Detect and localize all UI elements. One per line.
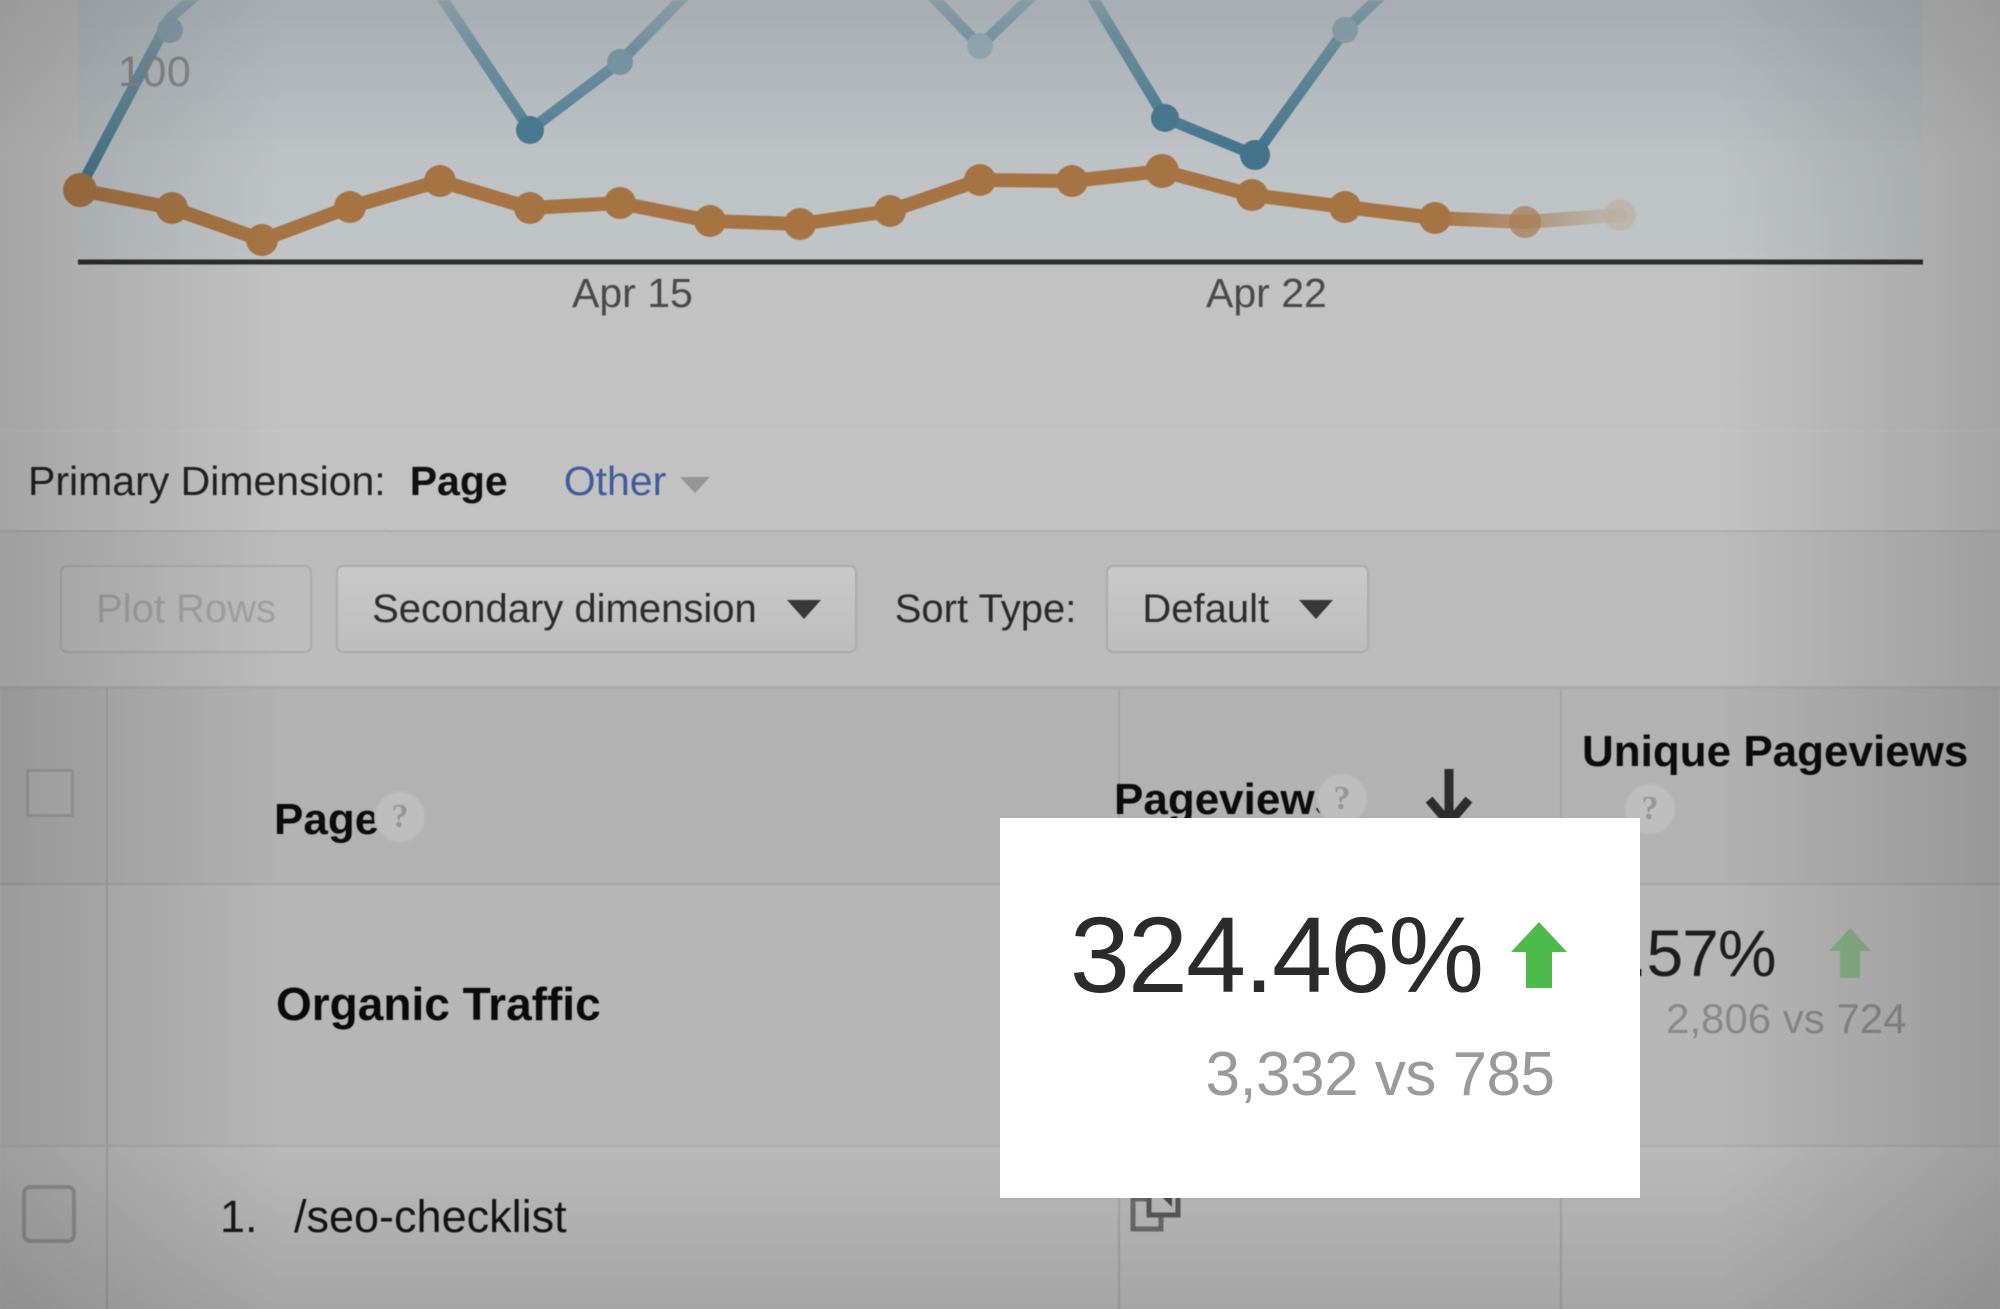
tooltip-percent-change: 324.46% [1069,893,1484,1015]
row-cell-page: 1. /seo-checklist [108,1147,1181,1309]
sort-type-value: Default [1142,586,1270,631]
row-index: 1. [220,1191,258,1242]
sort-type-dropdown[interactable]: Default [1106,565,1370,653]
summary-cell-label: Organic Traffic [108,885,1120,1145]
secondary-dimension-label: Secondary dimension [372,586,757,631]
column-header-unique-pageviews: Unique Pageviews [1582,727,1969,776]
header-cell-page[interactable]: Page ? [108,689,1120,883]
row-checkbox[interactable] [22,1185,76,1243]
unique-pageviews-comparison: 2,806 vs 724 [1666,995,1907,1042]
chart-x-axis-tick-1: Apr 15 [572,270,693,316]
primary-dimension-other-tab[interactable]: Other [564,458,667,505]
primary-dimension-label: Primary Dimension: [28,457,386,504]
plot-rows-label: Plot Rows [96,586,277,631]
help-icon[interactable]: ? [374,791,426,843]
chevron-down-icon[interactable] [680,477,711,493]
tooltip-headline: 324.46% [1069,893,1570,1015]
sort-type-label: Sort Type: [894,586,1077,631]
row-page-path[interactable]: /seo-checklist [294,1191,567,1243]
chevron-down-icon [1299,599,1334,619]
arrow-up-icon [1511,921,1568,988]
secondary-dimension-dropdown[interactable]: Secondary dimension [336,565,857,653]
metric-tooltip: 324.46% 3,332 vs 785 [1000,818,1640,1198]
chevron-down-icon [786,599,821,619]
header-cell-select [0,689,108,883]
table-toolbar: Plot Rows Secondary dimension Sort Type:… [0,530,2000,686]
arrow-up-icon [1829,928,1871,978]
plot-rows-button[interactable]: Plot Rows [60,565,313,653]
chart-x-axis-tick-2: Apr 22 [1206,270,1327,316]
chart-y-axis-tick: 100 [118,48,192,96]
screen: 100 Apr 15 Apr 22 Primary Dimension: Pag… [0,0,2000,1309]
trend-chart-svg [63,0,1923,265]
trend-chart[interactable]: 100 Apr 15 Apr 22 [0,0,2000,430]
primary-dimension-bar: Primary Dimension: Page Other [0,432,2000,550]
summary-row-label: Organic Traffic [276,978,601,1030]
row-cell-select [0,1147,108,1309]
column-header-page: Page [274,795,380,844]
summary-cell-select [0,885,108,1145]
primary-dimension-page-tab[interactable]: Page [410,458,508,505]
tooltip-comparison: 3,332 vs 785 [1205,1039,1555,1109]
select-all-checkbox[interactable] [26,769,74,817]
